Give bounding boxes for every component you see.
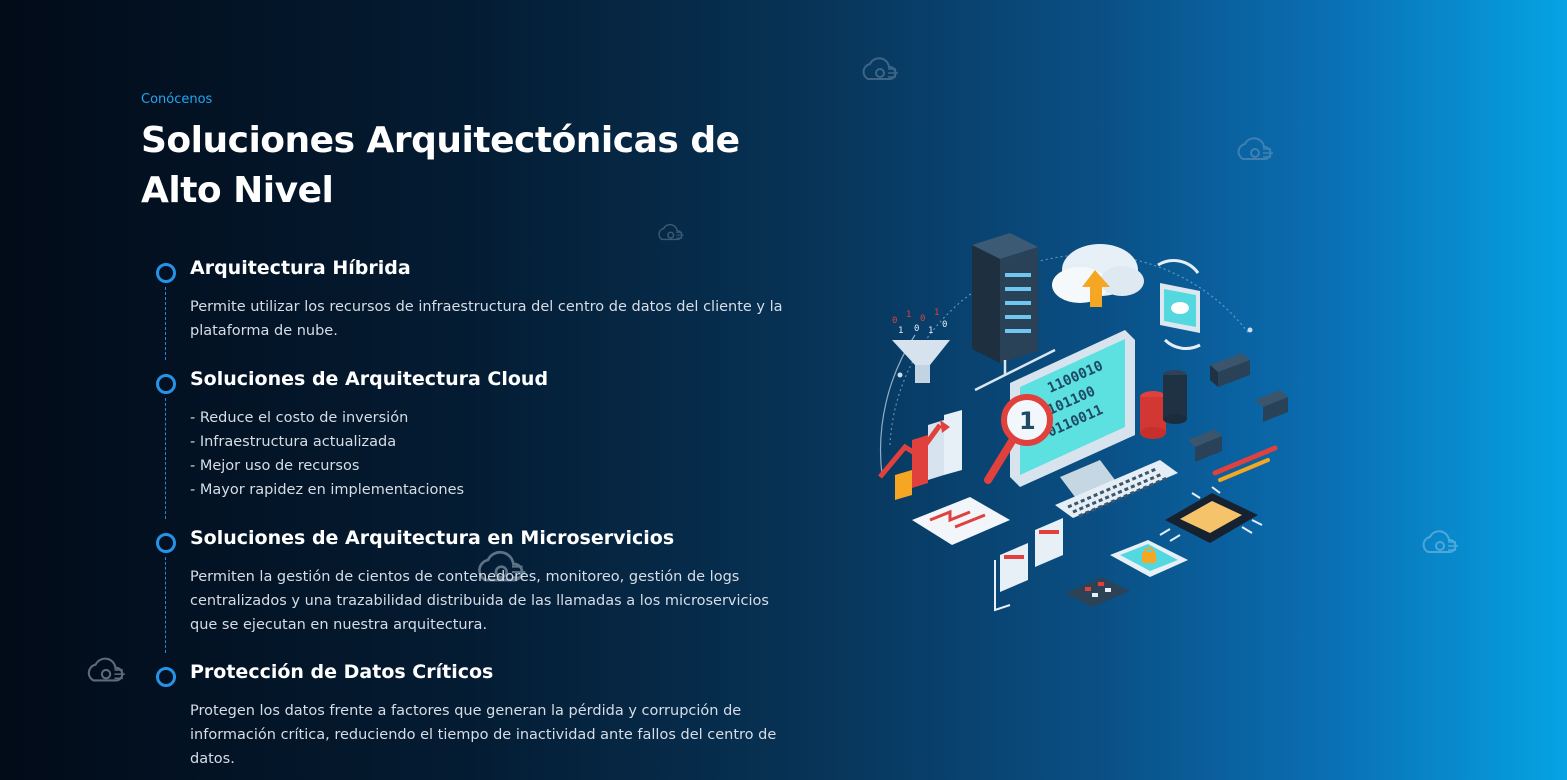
cloud-logo-icon bbox=[87, 657, 125, 682]
svg-text:1: 1 bbox=[906, 310, 911, 320]
funnel-icon: 01 01 1 0 10 bbox=[892, 308, 950, 383]
datacenter-illustration: 01 01 1 0 10 1100010 101100 0110011 1 bbox=[878, 233, 1288, 612]
flowchart-icon bbox=[912, 497, 1010, 545]
timeline-connector bbox=[165, 398, 166, 519]
cloud-logo-icon bbox=[658, 223, 684, 241]
feature-item-data-protection: Protección de Datos Críticos Protegen lo… bbox=[154, 659, 794, 771]
server-icon bbox=[972, 233, 1056, 392]
feature-title: Soluciones de Arquitectura en Microservi… bbox=[190, 527, 675, 549]
section-eyebrow: Conócenos bbox=[141, 92, 213, 107]
timeline-dot-icon bbox=[156, 263, 176, 283]
svg-text:1: 1 bbox=[898, 326, 903, 336]
cloud-logo-icon bbox=[862, 57, 898, 80]
cpu-chip-icon bbox=[1159, 486, 1263, 543]
calculator-icon bbox=[1065, 577, 1130, 607]
list-item: - Reduce el costo de inversión bbox=[190, 410, 409, 426]
database-icon bbox=[1140, 370, 1187, 439]
feature-description: Permite utilizar los recursos de infraes… bbox=[190, 299, 783, 339]
magnifier-badge-number: 1 bbox=[1019, 407, 1036, 435]
svg-text:0: 0 bbox=[920, 314, 925, 324]
timeline-dot-icon bbox=[156, 374, 176, 394]
feature-title: Protección de Datos Críticos bbox=[190, 661, 494, 683]
phone-lock-icon bbox=[1110, 540, 1188, 577]
svg-text:1: 1 bbox=[934, 308, 939, 318]
svg-text:1: 1 bbox=[928, 326, 933, 336]
list-item: - Infraestructura actualizada bbox=[190, 434, 397, 450]
cloud-logo-icon bbox=[1422, 530, 1458, 553]
feature-item-cloud: Soluciones de Arquitectura Cloud - Reduc… bbox=[154, 366, 794, 525]
tablet-cloud-icon bbox=[1157, 259, 1201, 350]
svg-text:0: 0 bbox=[892, 316, 897, 326]
list-item: - Mayor rapidez en implementaciones bbox=[190, 482, 465, 498]
feature-title: Soluciones de Arquitectura Cloud bbox=[190, 368, 549, 390]
cloud-upload-icon bbox=[1052, 244, 1144, 307]
feature-bullet-list: - Reduce el costo de inversión - Infraes… bbox=[190, 406, 794, 502]
timeline-dot-icon bbox=[156, 667, 176, 687]
feature-description: Permiten la gestión de cientos de conten… bbox=[190, 569, 769, 633]
feature-item-microservices: Soluciones de Arquitectura en Microservi… bbox=[154, 525, 794, 659]
spreadsheet-icon bbox=[994, 518, 1063, 612]
feature-title: Arquitectura Híbrida bbox=[190, 257, 411, 279]
timeline-connector bbox=[165, 557, 166, 653]
svg-text:0: 0 bbox=[942, 320, 947, 330]
svg-text:0: 0 bbox=[914, 324, 919, 334]
server-icon bbox=[1188, 353, 1288, 462]
feature-item-hybrid: Arquitectura Híbrida Permite utilizar lo… bbox=[154, 255, 794, 366]
timeline-dot-icon bbox=[156, 533, 176, 553]
pencil-icon bbox=[1212, 445, 1278, 482]
features-timeline: Arquitectura Híbrida Permite utilizar lo… bbox=[154, 255, 794, 771]
timeline-connector bbox=[165, 287, 166, 360]
cloud-logo-icon bbox=[1237, 137, 1273, 160]
section-title: Soluciones Arquitectónicas de Alto Nivel bbox=[141, 120, 740, 211]
feature-description: Protegen los datos frente a factores que… bbox=[190, 703, 777, 767]
list-item: - Mejor uso de recursos bbox=[190, 458, 360, 474]
